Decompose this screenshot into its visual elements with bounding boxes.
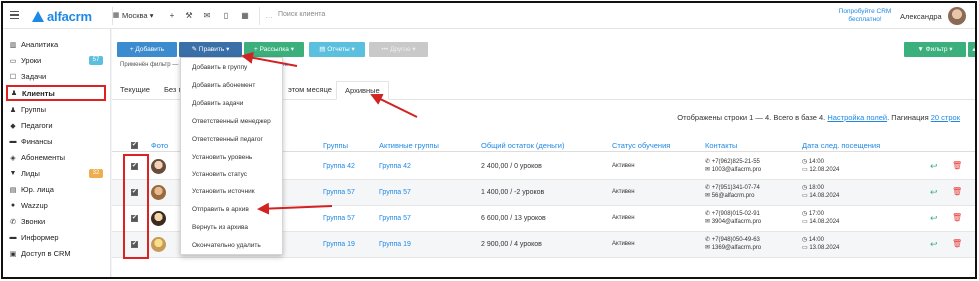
wrench-icon[interactable]: ⚒ xyxy=(183,10,195,22)
building-icon: ▤ xyxy=(9,186,17,194)
screen-frame: alfacrm ▦ Москва ▾ + ⚒ ✉ ▯ ▦ … Поиск кли… xyxy=(1,1,977,279)
sidebar-item-lessons[interactable]: ▭ Уроки 57 xyxy=(9,54,107,67)
finance-icon: ▬ xyxy=(9,138,17,145)
sidebar-item-label: Юр. лица xyxy=(21,185,54,194)
sidebar: ▥ Аналитика ▭ Уроки 57 ☐ Задачи ♟ Клиенты ♟ Гр… xyxy=(3,29,111,277)
sidebar-item-informer[interactable]: ▬ Информер xyxy=(9,231,107,244)
sidebar-item-label: Финансы xyxy=(21,137,53,146)
chart-icon: ▥ xyxy=(9,41,17,49)
sidebar-item-label: Абонементы xyxy=(21,153,66,162)
logo-icon xyxy=(32,10,44,22)
logo[interactable]: alfacrm xyxy=(32,8,92,24)
sidebar-item-subscriptions[interactable]: ◈ Абонементы xyxy=(9,151,107,164)
sidebar-item-groups[interactable]: ♟ Группы xyxy=(9,103,107,116)
chat-icon: ● xyxy=(10,202,16,209)
avatar[interactable] xyxy=(948,7,966,25)
sidebar-item-label: Звонки xyxy=(21,217,46,226)
lessons-count-badge: 57 xyxy=(89,56,103,65)
arrow-to-archived-tab xyxy=(370,94,418,118)
search-input[interactable]: Поиск клиента xyxy=(278,11,325,18)
sidebar-item-analytics[interactable]: ▥ Аналитика xyxy=(9,38,107,51)
sidebar-item-label: Педагоги xyxy=(21,121,53,130)
phone-icon: ✆ xyxy=(10,218,16,226)
top-bar: alfacrm ▦ Москва ▾ + ⚒ ✉ ▯ ▦ … Поиск кли… xyxy=(3,3,975,29)
add-icon[interactable]: + xyxy=(166,10,178,22)
funnel-icon: ▼ xyxy=(9,170,17,177)
informer-icon: ▬ xyxy=(9,234,17,241)
sidebar-item-clients[interactable]: ♟ Клиенты xyxy=(6,85,106,101)
tag-icon: ◈ xyxy=(10,154,16,162)
menu-icon[interactable] xyxy=(10,11,19,19)
arrow-to-edit-button xyxy=(241,51,298,67)
trial-promo-link[interactable]: Попробуйте CRM бесплатно! xyxy=(836,8,894,24)
mail-icon[interactable]: ✉ xyxy=(201,10,213,22)
user-name[interactable]: Александра xyxy=(900,12,942,21)
logo-text: alfacrm xyxy=(47,8,92,24)
calculator-icon[interactable]: ▦ xyxy=(239,10,251,22)
lock-icon: ▣ xyxy=(9,250,17,258)
main-content: + Добавить ✎ Править ▾ + Рассылка ▾ ▤ От… xyxy=(112,29,975,277)
sidebar-item-label: Задачи xyxy=(21,72,47,81)
sidebar-item-label: Wazzup xyxy=(21,201,48,210)
mobile-icon[interactable]: ▯ xyxy=(220,10,232,22)
sidebar-item-label: Информер xyxy=(21,233,59,242)
building-icon: ▦ xyxy=(112,12,120,19)
annotation-arrows xyxy=(241,51,418,215)
leads-count-badge: 32 xyxy=(89,169,103,178)
sidebar-item-label: Клиенты xyxy=(22,88,55,98)
sidebar-item-label: Аналитика xyxy=(21,40,59,49)
arrow-to-archive-item xyxy=(257,202,333,215)
sidebar-item-finance[interactable]: ▬ Финансы xyxy=(9,135,107,148)
branch-select[interactable]: Москва ▾ xyxy=(122,11,153,20)
sidebar-item-crm-access[interactable]: ▣ Доступ в CRM xyxy=(9,247,107,260)
dots-icon[interactable]: … xyxy=(263,10,275,22)
sidebar-item-leads[interactable]: ▼ Лиды 32 xyxy=(9,167,107,180)
sidebar-item-teachers[interactable]: ◆ Педагоги xyxy=(9,119,107,132)
tasks-icon: ☐ xyxy=(9,73,17,81)
group-icon: ♟ xyxy=(9,106,17,114)
branch-label: Москва xyxy=(122,11,148,20)
sidebar-item-label: Лиды xyxy=(21,169,40,178)
sidebar-item-tasks[interactable]: ☐ Задачи xyxy=(9,70,107,83)
sidebar-item-legal-entities[interactable]: ▤ Юр. лица xyxy=(9,183,107,196)
sidebar-item-label: Группы xyxy=(21,105,46,114)
sidebar-item-label: Уроки xyxy=(21,56,42,65)
sidebar-item-label: Доступ в CRM xyxy=(21,249,71,258)
divider xyxy=(259,7,260,25)
sidebar-item-wazzup[interactable]: ● Wazzup xyxy=(9,199,107,212)
user-icon: ♟ xyxy=(10,90,18,97)
sidebar-item-calls[interactable]: ✆ Звонки xyxy=(9,215,107,228)
calendar-icon: ▭ xyxy=(9,57,17,65)
teacher-icon: ◆ xyxy=(10,122,16,130)
